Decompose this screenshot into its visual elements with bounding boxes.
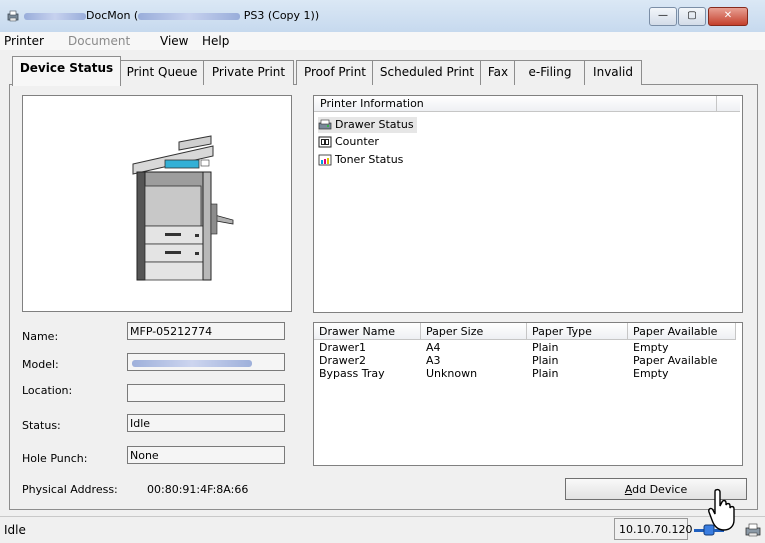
printer-information-panel: Printer Information Drawer Status Counte… <box>313 95 743 313</box>
model-label: Model: <box>22 358 59 371</box>
physical-address-label: Physical Address: <box>22 483 118 496</box>
column-header-paper-size[interactable]: Paper Size <box>421 323 527 340</box>
tree-item-counter[interactable]: Counter <box>318 134 379 150</box>
cell-paper-available: Empty <box>633 367 669 380</box>
physical-address-value: 00:80:91:4F:8A:66 <box>147 483 249 496</box>
table-row[interactable]: Drawer2 A3 Plain Paper Available <box>314 355 740 367</box>
toner-status-icon <box>318 154 332 166</box>
cell-paper-type: Plain <box>532 354 559 367</box>
menu-view[interactable]: View <box>160 34 188 48</box>
name-label: Name: <box>22 330 59 343</box>
redacted-model-name <box>138 12 241 20</box>
hand-cursor-icon <box>708 488 735 531</box>
window-title-app: DocMon ( <box>86 9 139 22</box>
drawer-status-icon <box>318 119 332 130</box>
drawer-status-table: Drawer Name Paper Size Paper Type Paper … <box>313 322 743 466</box>
tab-private-print[interactable]: Private Print <box>203 60 294 85</box>
tab-device-status[interactable]: Device Status <box>12 56 121 86</box>
minimize-icon: — <box>658 10 668 21</box>
mfp-device-illustration <box>132 135 234 281</box>
column-header-paper-available[interactable]: Paper Available <box>628 323 736 340</box>
printer-information-title: Printer Information <box>320 97 424 110</box>
tab-proof-print[interactable]: Proof Print <box>296 60 374 85</box>
tree-item-label: Drawer Status <box>335 118 414 131</box>
location-field[interactable] <box>127 384 285 402</box>
header-divider <box>716 96 717 111</box>
add-device-label: dd Device <box>632 483 688 496</box>
tree-item-toner-status[interactable]: Toner Status <box>318 152 403 168</box>
column-header-drawer-name[interactable]: Drawer Name <box>314 323 421 340</box>
window-title-printer: PS3 (Copy 1)) <box>240 9 320 22</box>
tree-item-drawer-status[interactable]: Drawer Status <box>318 117 417 133</box>
close-icon: ✕ <box>723 10 733 21</box>
title-bar[interactable]: DocMon ( PS3 (Copy 1)) — ▢ ✕ <box>0 0 765 33</box>
device-image-box <box>22 95 292 312</box>
tab-e-filing[interactable]: e-Filing <box>514 60 586 85</box>
table-row[interactable]: Drawer1 A4 Plain Empty <box>314 342 740 354</box>
menu-document[interactable]: Document <box>68 34 130 48</box>
window-title: DocMon ( PS3 (Copy 1)) <box>24 9 319 22</box>
menu-help[interactable]: Help <box>202 34 229 48</box>
cell-paper-size: A4 <box>426 341 441 354</box>
menu-printer[interactable]: Printer <box>4 34 44 48</box>
column-header-paper-type[interactable]: Paper Type <box>527 323 628 340</box>
printer-tray-icon[interactable] <box>744 521 762 539</box>
close-button[interactable]: ✕ <box>708 7 748 26</box>
hole-punch-field[interactable]: None <box>127 446 285 464</box>
ip-address: 10.10.70.120 <box>614 518 692 540</box>
table-row[interactable]: Bypass Tray Unknown Plain Empty <box>314 368 740 380</box>
application-window: DocMon ( PS3 (Copy 1)) — ▢ ✕ Printer Doc… <box>0 0 765 543</box>
tree-item-label: Counter <box>335 135 379 148</box>
counter-icon <box>318 136 332 148</box>
cell-drawer-name: Drawer1 <box>319 341 367 354</box>
status-text: Idle <box>4 523 26 537</box>
cell-paper-available: Empty <box>633 341 669 354</box>
cell-drawer-name: Bypass Tray <box>319 367 385 380</box>
cell-paper-size: Unknown <box>426 367 478 380</box>
cell-paper-size: A3 <box>426 354 441 367</box>
status-field[interactable]: Idle <box>127 414 285 432</box>
cell-drawer-name: Drawer2 <box>319 354 367 367</box>
maximize-icon: ▢ <box>687 10 697 21</box>
cell-paper-type: Plain <box>532 341 559 354</box>
status-label: Status: <box>22 419 61 432</box>
printer-app-icon <box>7 10 19 22</box>
model-field[interactable] <box>127 353 285 371</box>
tab-invalid[interactable]: Invalid <box>584 60 642 85</box>
tab-print-queue[interactable]: Print Queue <box>119 60 205 85</box>
tree-item-label: Toner Status <box>335 153 404 166</box>
cell-paper-available: Paper Available <box>633 354 718 367</box>
redacted-model-value <box>132 359 252 367</box>
location-label: Location: <box>22 384 73 397</box>
tab-scheduled-print[interactable]: Scheduled Print <box>372 60 482 85</box>
hole-punch-label: Hole Punch: <box>22 452 88 465</box>
printer-information-header[interactable]: Printer Information <box>314 96 740 112</box>
tab-fax[interactable]: Fax <box>480 60 516 85</box>
redacted-app-prefix <box>24 12 86 20</box>
name-field[interactable]: MFP-05212774 <box>127 322 285 340</box>
minimize-button[interactable]: — <box>649 7 677 26</box>
maximize-button[interactable]: ▢ <box>678 7 706 26</box>
cell-paper-type: Plain <box>532 367 559 380</box>
